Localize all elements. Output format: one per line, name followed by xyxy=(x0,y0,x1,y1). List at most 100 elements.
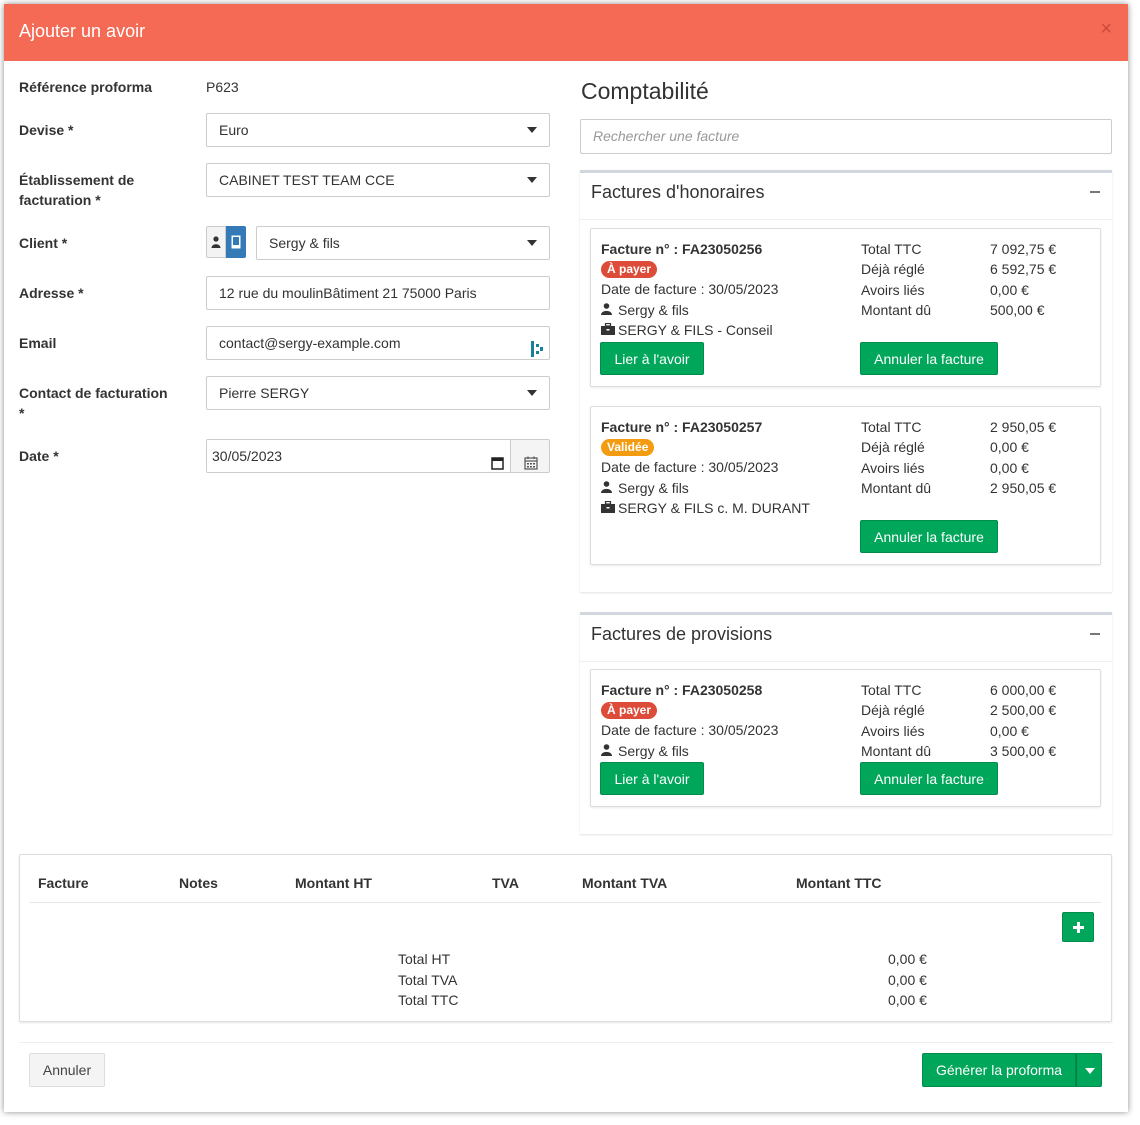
invoice-client: Sergy & fils xyxy=(601,480,689,496)
date-label: Date * xyxy=(19,448,59,464)
plus-icon xyxy=(1073,922,1084,933)
total-ttc-label: Total TTC xyxy=(398,992,459,1008)
chevron-down-icon xyxy=(527,127,537,133)
link-to-credit-button[interactable]: Lier à l'avoir xyxy=(600,762,704,795)
generate-proforma-button[interactable]: Générer la proforma xyxy=(922,1053,1076,1087)
invoice-card: Facture n° : FA23050256 À payer Date de … xyxy=(590,228,1101,387)
invoice-search-input[interactable]: Rechercher une facture xyxy=(580,119,1112,154)
invoice-date: Date de facture : 30/05/2023 xyxy=(601,722,779,738)
invoice-client-name: Sergy & fils xyxy=(618,480,689,496)
modal-header: Ajouter un avoir × xyxy=(4,4,1128,61)
kv-label: Déjà réglé xyxy=(861,261,925,277)
total-ttc-value: 0,00 € xyxy=(888,992,927,1008)
invoice-date: Date de facture : 30/05/2023 xyxy=(601,281,779,297)
panel-provisions: Factures de provisions Facture n° : FA23… xyxy=(580,612,1112,834)
password-manager-icon[interactable] xyxy=(531,336,543,368)
collapse-icon[interactable] xyxy=(1090,191,1100,193)
chevron-down-icon xyxy=(527,390,537,396)
total-ht-value: 0,00 € xyxy=(888,951,927,967)
calendar-picker-icon[interactable] xyxy=(491,449,504,481)
calendar-button[interactable] xyxy=(510,439,550,473)
etab-label: Établissement de facturation * xyxy=(19,170,134,210)
kv-label: Total TTC xyxy=(861,682,922,698)
invoice-client-name: Sergy & fils xyxy=(618,302,689,318)
kv-value: 6 000,00 € xyxy=(990,682,1057,698)
invoice-card: Facture n° : FA23050258 À payer Date de … xyxy=(590,669,1101,807)
date-input[interactable]: 30/05/2023 xyxy=(206,439,511,473)
adresse-input[interactable]: 12 rue du moulinBâtiment 21 75000 Paris xyxy=(206,276,550,310)
invoice-client-name: Sergy & fils xyxy=(618,743,689,759)
contact-label-line1: Contact de facturation xyxy=(19,385,168,401)
invoice-mission: SERGY & FILS - Conseil xyxy=(601,322,773,338)
invoice-date: Date de facture : 30/05/2023 xyxy=(601,459,779,475)
kv-value: 0,00 € xyxy=(990,282,1029,298)
email-label: Email xyxy=(19,335,57,351)
kv-label: Déjà réglé xyxy=(861,702,925,718)
kv-value: 500,00 € xyxy=(990,302,1045,318)
col-header-tva: TVA xyxy=(492,875,519,891)
table-header-divider xyxy=(30,902,1101,903)
user-icon xyxy=(601,480,615,496)
client-select[interactable]: Sergy & fils xyxy=(256,226,550,260)
etab-label-line2: facturation * xyxy=(19,192,101,208)
kv-label: Montant dû xyxy=(861,302,932,318)
client-type-toggle[interactable] xyxy=(206,226,246,258)
kv-value: 7 092,75 € xyxy=(990,241,1057,257)
ref-value: P623 xyxy=(206,79,239,95)
add-line-button[interactable] xyxy=(1062,912,1094,942)
kv-value: 0,00 € xyxy=(990,723,1029,739)
date-value: 30/05/2023 xyxy=(212,448,283,464)
client-value: Sergy & fils xyxy=(269,235,340,251)
kv-label: Avoirs liés xyxy=(861,282,925,298)
col-header-facture: Facture xyxy=(38,875,89,891)
devise-label: Devise * xyxy=(19,122,74,138)
cancel-invoice-button[interactable]: Annuler la facture xyxy=(860,762,998,795)
col-header-montant-tva: Montant TVA xyxy=(582,875,668,891)
compta-title: Comptabilité xyxy=(581,78,709,104)
invoice-title: Facture n° : FA23050257 xyxy=(601,419,763,435)
email-input[interactable]: contact@sergy-example.com xyxy=(206,326,550,360)
building-icon[interactable] xyxy=(226,226,246,258)
col-header-montant-ht: Montant HT xyxy=(295,875,372,891)
status-badge: Validée xyxy=(601,439,655,456)
cancel-invoice-button[interactable]: Annuler la facture xyxy=(860,342,998,375)
person-icon[interactable] xyxy=(206,226,226,258)
devise-select[interactable]: Euro xyxy=(206,113,550,147)
collapse-icon[interactable] xyxy=(1090,633,1100,635)
total-tva-value: 0,00 € xyxy=(888,972,927,988)
panel-divider xyxy=(580,219,1112,220)
kv-value: 2 950,05 € xyxy=(990,480,1057,496)
cancel-invoice-button[interactable]: Annuler la facture xyxy=(860,520,998,553)
credit-lines-table: Facture Notes Montant HT TVA Montant TVA… xyxy=(19,854,1112,1022)
invoice-mission: SERGY & FILS c. M. DURANT xyxy=(601,500,810,516)
briefcase-icon xyxy=(601,322,615,338)
kv-label: Montant dû xyxy=(861,480,932,496)
close-icon[interactable]: × xyxy=(1100,18,1112,41)
contact-label-line2: * xyxy=(19,405,25,421)
col-header-notes: Notes xyxy=(179,875,218,891)
user-icon xyxy=(601,302,615,318)
invoice-mission-name: SERGY & FILS c. M. DURANT xyxy=(618,500,810,516)
etab-select[interactable]: CABINET TEST TEAM CCE xyxy=(206,163,550,197)
kv-value: 2 950,05 € xyxy=(990,419,1057,435)
kv-value: 2 500,00 € xyxy=(990,702,1057,718)
ref-label: Référence proforma xyxy=(19,79,153,95)
contact-select[interactable]: Pierre SERGY xyxy=(206,376,550,410)
link-to-credit-button[interactable]: Lier à l'avoir xyxy=(600,342,704,375)
invoice-title: Facture n° : FA23050256 xyxy=(601,241,763,257)
calendar-icon xyxy=(524,449,538,481)
total-tva-label: Total TVA xyxy=(398,972,458,988)
invoice-client: Sergy & fils xyxy=(601,743,689,759)
etab-value: CABINET TEST TEAM CCE xyxy=(219,172,395,188)
modal-title: Ajouter un avoir xyxy=(19,21,146,41)
kv-value: 3 500,00 € xyxy=(990,743,1057,759)
etab-label-line1: Établissement de xyxy=(19,172,135,188)
kv-label: Déjà réglé xyxy=(861,439,925,455)
user-icon xyxy=(601,743,615,759)
invoice-mission-name: SERGY & FILS - Conseil xyxy=(618,322,773,338)
kv-value: 0,00 € xyxy=(990,460,1029,476)
cancel-button[interactable]: Annuler xyxy=(29,1053,105,1087)
chevron-down-icon[interactable] xyxy=(1076,1053,1102,1087)
panel-provisions-title: Factures de provisions xyxy=(591,624,773,644)
client-label: Client * xyxy=(19,235,68,251)
